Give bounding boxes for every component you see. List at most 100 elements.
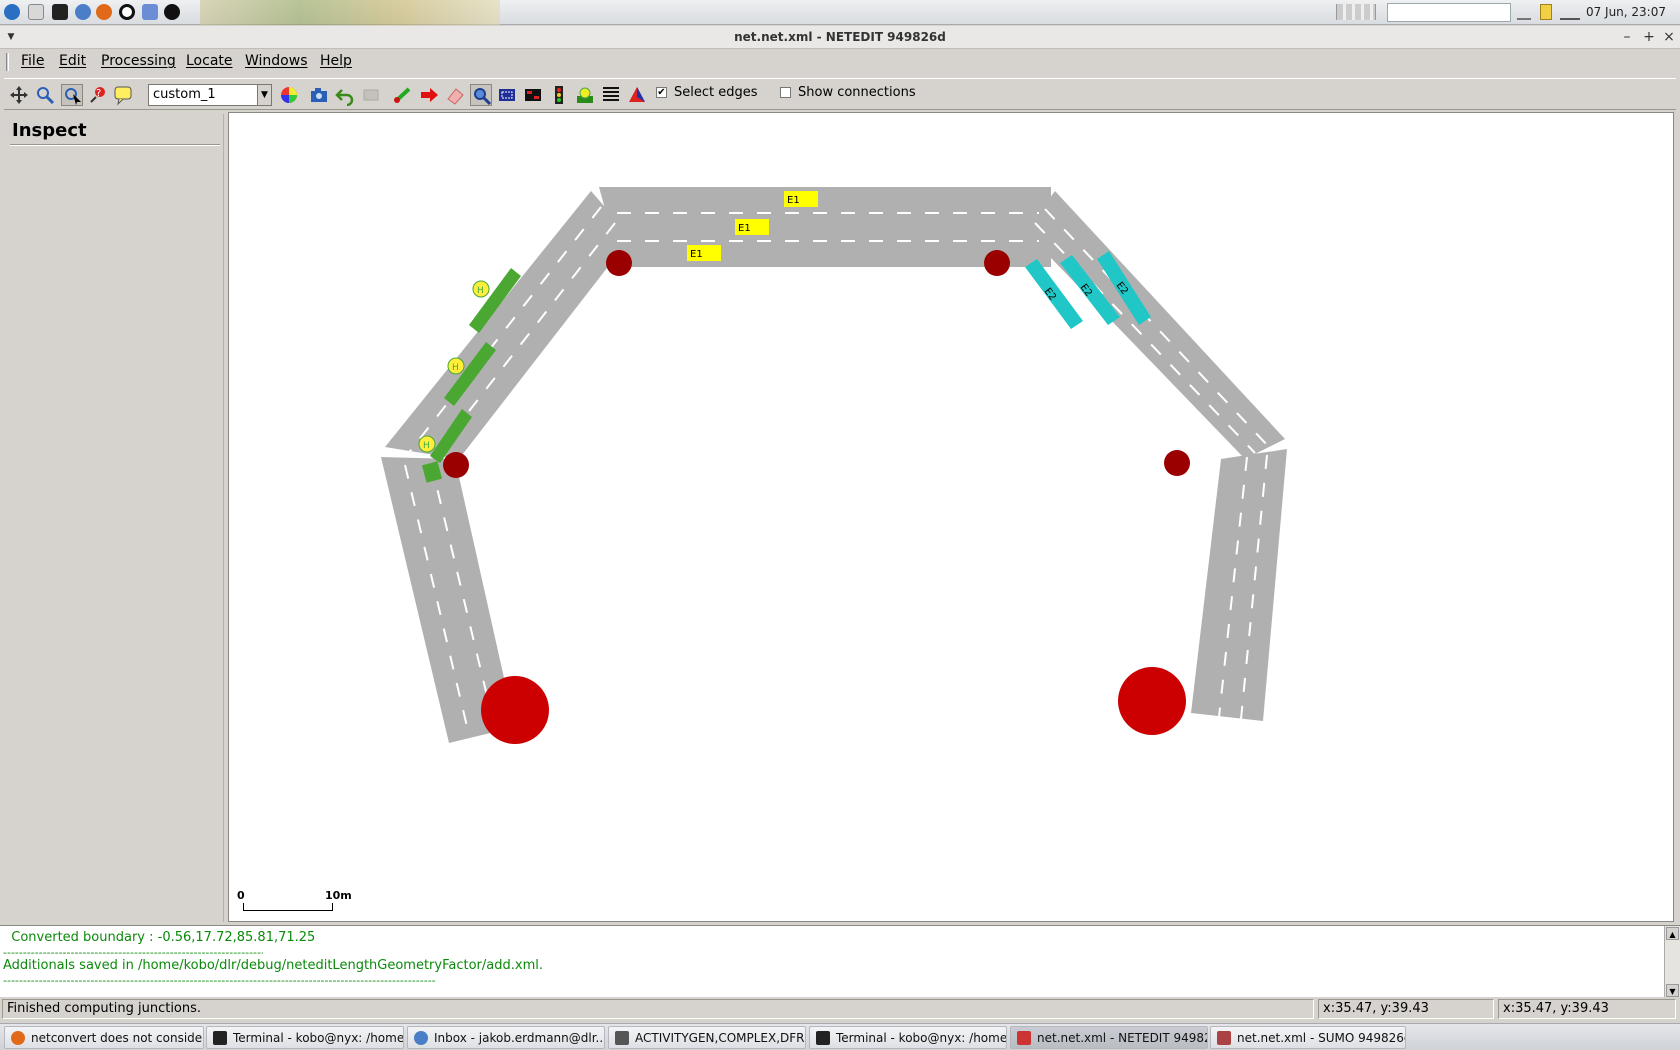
- select-mode-button[interactable]: [496, 84, 518, 106]
- network-icon[interactable]: [1517, 4, 1531, 20]
- move-mode-button[interactable]: [418, 84, 440, 106]
- polygon-mode-button[interactable]: [626, 84, 648, 106]
- connection-mode-button[interactable]: [522, 84, 544, 106]
- task-activitygen[interactable]: ACTIVITYGEN,COMPLEX,DFR...: [608, 1026, 806, 1049]
- scroll-up-icon[interactable]: ▲: [1666, 927, 1679, 940]
- menu-help[interactable]: Help: [320, 53, 352, 69]
- network-canvas[interactable]: H H H E1 E1 E1 E2 E2 E2 0 10m: [228, 112, 1674, 922]
- show-connections-checkbox[interactable]: [780, 87, 791, 98]
- e1-detector-3-label: E1: [690, 249, 703, 260]
- volume-icon[interactable]: [1560, 4, 1580, 20]
- junction-top-left[interactable]: [606, 250, 632, 276]
- bus-stop-text-3: H: [423, 441, 430, 451]
- menu-locate[interactable]: Locate: [186, 53, 233, 69]
- color-wheel-icon: [281, 87, 297, 103]
- chevron-down-icon[interactable]: ▼: [257, 85, 271, 105]
- edge-right-diagonal[interactable]: [1025, 191, 1285, 459]
- window-title: net.net.xml - NETEDIT 949826d: [734, 30, 946, 44]
- menu-file[interactable]: File: [21, 53, 44, 69]
- panel-search-input[interactable]: [1387, 3, 1511, 22]
- inspect-mode-button[interactable]: [61, 84, 83, 106]
- folder-icon[interactable]: [28, 4, 44, 20]
- dead-end-right[interactable]: [1118, 667, 1186, 735]
- locate-button[interactable]: ?: [87, 84, 109, 106]
- screenshot-button[interactable]: [308, 84, 330, 106]
- chromium-icon[interactable]: [75, 4, 91, 20]
- junction-left[interactable]: [443, 452, 469, 478]
- task-label: net.net.xml - NETEDIT 94982...: [1037, 1031, 1208, 1045]
- crossing-mode-button[interactable]: [600, 84, 622, 106]
- traffic-light-icon: [555, 86, 563, 104]
- task-sumo[interactable]: net.net.xml - SUMO 949826d: [1210, 1026, 1406, 1049]
- task-terminal-2[interactable]: Terminal - kobo@nyx: /home...: [809, 1026, 1007, 1049]
- inspect-tool-button[interactable]: [470, 84, 492, 106]
- clock[interactable]: 07 Jun, 23:07: [1586, 5, 1666, 19]
- task-terminal-1[interactable]: Terminal - kobo@nyx: /home...: [206, 1026, 404, 1049]
- delete-mode-button[interactable]: [444, 84, 466, 106]
- task-label: Terminal - kobo@nyx: /home...: [836, 1031, 1007, 1045]
- zoom-button[interactable]: [34, 84, 56, 106]
- menu-edit[interactable]: Edit: [59, 53, 86, 69]
- dead-end-left[interactable]: [481, 676, 549, 744]
- task-netedit[interactable]: net.net.xml - NETEDIT 94982...: [1010, 1026, 1208, 1049]
- terminal-launcher-icon[interactable]: [52, 4, 68, 20]
- chat-icon[interactable]: [142, 4, 158, 20]
- mail-icon: [414, 1031, 428, 1045]
- edge-top[interactable]: [599, 187, 1051, 267]
- create-edge-mode-button[interactable]: [392, 84, 414, 106]
- close-button[interactable]: ×: [1660, 28, 1678, 46]
- scroll-down-icon[interactable]: ▼: [1666, 984, 1679, 997]
- menu-processing[interactable]: Processing: [101, 53, 176, 69]
- edges-layer: [381, 187, 1287, 743]
- editor-icon: [615, 1031, 629, 1045]
- show-connections-label: Show connections: [798, 85, 916, 100]
- wallpaper-strip: [200, 0, 500, 25]
- traffic-light-mode-button[interactable]: [548, 84, 570, 106]
- task-label: Inbox - jakob.erdmann@dlr....: [434, 1031, 605, 1045]
- redo-disabled-icon: [363, 89, 379, 101]
- window-menu-icon[interactable]: ▼: [2, 28, 20, 46]
- undo-button[interactable]: [334, 84, 356, 107]
- taskbar: netconvert does not conside... Terminal …: [0, 1023, 1680, 1050]
- scale-bar: [243, 903, 333, 911]
- workspace-switcher[interactable]: [1336, 4, 1376, 20]
- toolbar: ? custom_1 ▼ ✔ Select edges Show connect…: [4, 78, 1676, 110]
- app-menu-icon[interactable]: [4, 4, 20, 20]
- network-view[interactable]: H H H E1 E1 E1 E2 E2 E2: [229, 113, 1673, 921]
- status-bar: Finished computing junctions. x:35.47, y…: [0, 998, 1680, 1020]
- firefox-launcher-icon[interactable]: [96, 4, 112, 20]
- select-edges-checkbox[interactable]: ✔: [656, 87, 667, 98]
- e1-detector-1-label: E1: [787, 195, 800, 206]
- edge-right-bottom[interactable]: [1191, 449, 1287, 721]
- message-window[interactable]: Converted boundary : -0.56,17.72,85.81,7…: [0, 925, 1680, 997]
- desktop-top-panel: 07 Jun, 23:07: [0, 0, 1680, 25]
- task-label: Terminal - kobo@nyx: /home...: [233, 1031, 404, 1045]
- status-coordinates-1: x:35.47, y:39.43: [1318, 999, 1494, 1019]
- select-frame-icon: [499, 89, 515, 101]
- junction-top-right[interactable]: [984, 250, 1010, 276]
- select-edges-checkmark: ✔: [657, 87, 666, 98]
- tooltip-bubble-icon: [114, 86, 132, 106]
- menu-windows[interactable]: Windows: [245, 53, 308, 69]
- sumo-icon: [1217, 1031, 1231, 1045]
- tooltip-toggle-button[interactable]: [112, 84, 134, 106]
- recenter-view-button[interactable]: [8, 84, 30, 106]
- alien-icon[interactable]: [164, 4, 180, 20]
- svg-text:?: ?: [96, 88, 101, 99]
- minimize-button[interactable]: –: [1618, 28, 1636, 46]
- additional-mode-button[interactable]: [574, 84, 596, 106]
- color-scheme-button[interactable]: [278, 84, 300, 106]
- record-icon[interactable]: [119, 4, 135, 20]
- task-netconvert-browser[interactable]: netconvert does not conside...: [4, 1026, 204, 1049]
- task-inbox[interactable]: Inbox - jakob.erdmann@dlr....: [407, 1026, 605, 1049]
- message-line-additionals: Additionals saved in /home/kobo/dlr/debu…: [3, 958, 543, 973]
- menu-grip[interactable]: [6, 53, 9, 71]
- clipboard-icon[interactable]: [1540, 4, 1552, 20]
- junction-right[interactable]: [1164, 450, 1190, 476]
- visual-scheme-select[interactable]: custom_1 ▼: [148, 84, 272, 106]
- message-scrollbar[interactable]: ▲ ▼: [1664, 926, 1680, 997]
- maximize-button[interactable]: +: [1640, 28, 1658, 46]
- question-locate-icon: ?: [90, 87, 105, 103]
- window-titlebar[interactable]: ▼ net.net.xml - NETEDIT 949826d – + ×: [0, 26, 1680, 49]
- status-coordinates-2: x:35.47, y:39.43: [1498, 999, 1676, 1019]
